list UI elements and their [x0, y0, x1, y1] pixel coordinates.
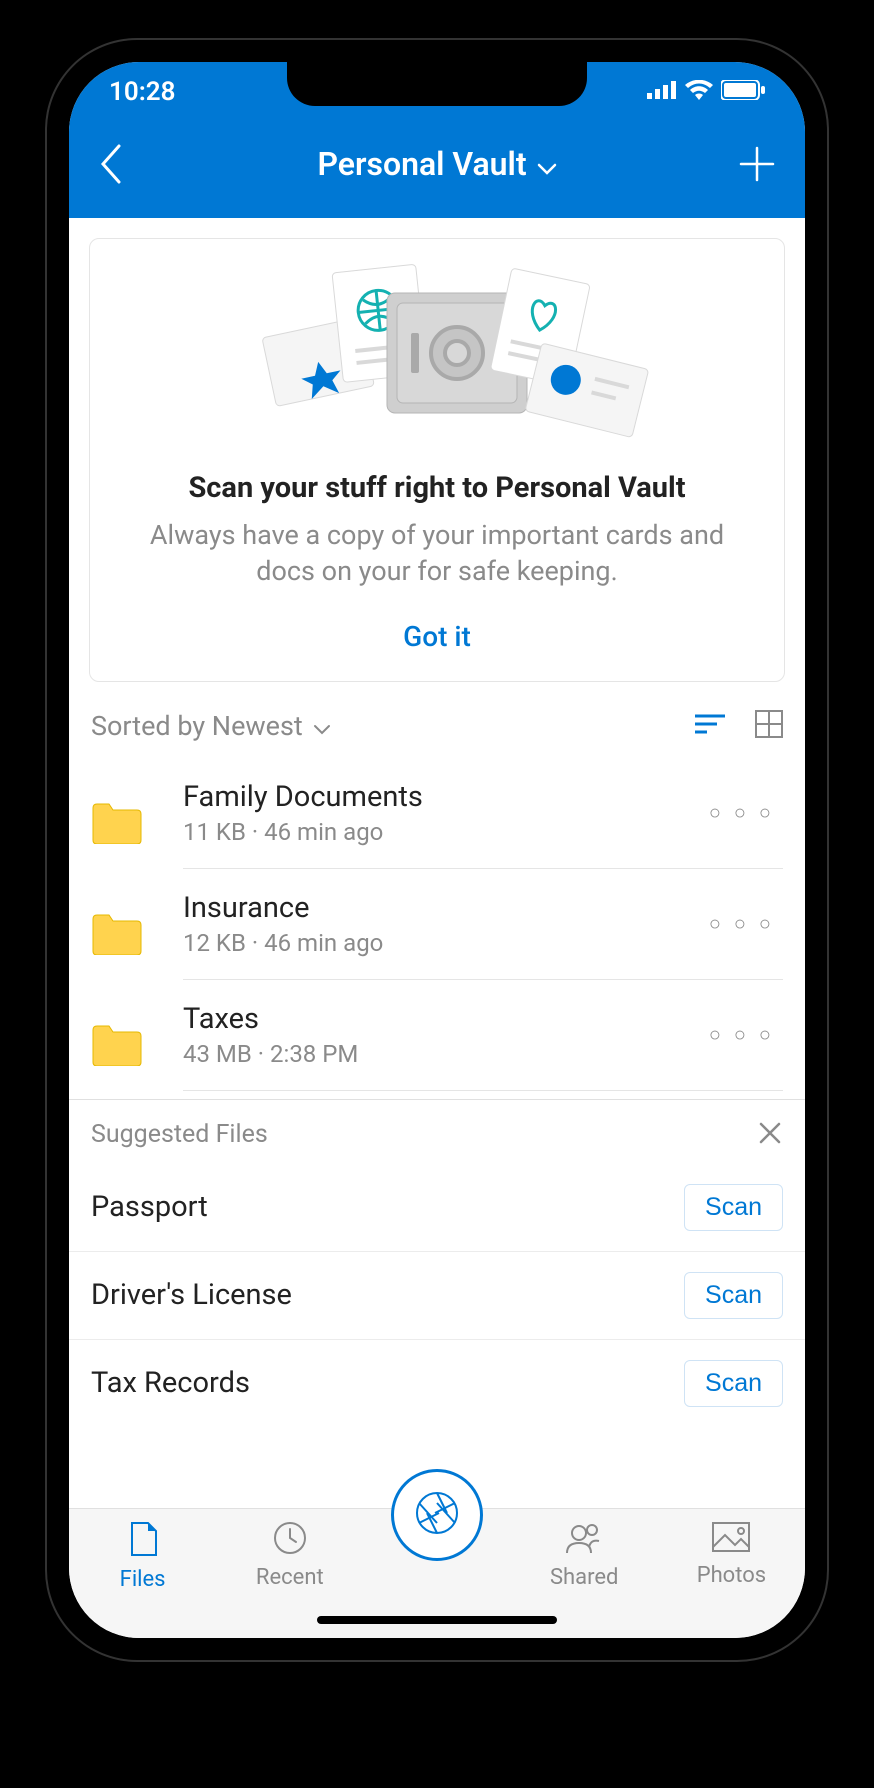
promo-illustration — [116, 263, 758, 443]
file-icon — [128, 1521, 158, 1563]
suggested-section: Suggested Files Passport Scan Driver's L… — [69, 1099, 805, 1427]
more-options-button[interactable]: ○ ○ ○ — [709, 800, 783, 825]
tab-label: Files — [120, 1567, 166, 1592]
close-suggested-button[interactable] — [757, 1120, 783, 1150]
suggested-name: Tax Records — [91, 1366, 684, 1400]
file-row[interactable]: Family Documents 11 KB · 46 min ago ○ ○ … — [69, 758, 805, 869]
promo-card: Scan your stuff right to Personal Vault … — [89, 238, 785, 682]
aperture-icon — [413, 1489, 461, 1541]
tab-label: Shared — [550, 1565, 618, 1590]
home-indicator[interactable] — [317, 1616, 557, 1624]
main-content: Scan your stuff right to Personal Vault … — [69, 218, 805, 1508]
sort-row: Sorted by Newest — [69, 710, 805, 758]
tab-shared[interactable]: Shared — [511, 1521, 658, 1590]
chevron-down-icon — [537, 145, 557, 183]
photo-icon — [711, 1521, 751, 1559]
file-meta: 11 KB · 46 min ago — [183, 818, 709, 846]
suggested-name: Driver's License — [91, 1278, 684, 1312]
file-name: Insurance — [183, 891, 709, 925]
suggested-title: Suggested Files — [91, 1120, 757, 1149]
sort-button[interactable]: Sorted by Newest — [91, 710, 695, 742]
more-options-button[interactable]: ○ ○ ○ — [709, 911, 783, 936]
file-meta: 43 MB · 2:38 PM — [183, 1040, 709, 1068]
grid-view-icon[interactable] — [755, 710, 783, 742]
file-name: Taxes — [183, 1002, 709, 1036]
promo-description: Always have a copy of your important car… — [116, 517, 758, 590]
file-row[interactable]: Insurance 12 KB · 46 min ago ○ ○ ○ — [69, 869, 805, 980]
header-title-text: Personal Vault — [317, 145, 526, 183]
tab-recent[interactable]: Recent — [216, 1521, 363, 1590]
scan-button[interactable]: Scan — [684, 1184, 783, 1231]
folder-icon — [91, 911, 143, 959]
signal-icon — [647, 81, 677, 103]
people-icon — [565, 1521, 603, 1561]
promo-got-it-button[interactable]: Got it — [116, 620, 758, 653]
filter-icon[interactable] — [695, 713, 725, 739]
suggested-row: Passport Scan — [69, 1164, 805, 1252]
app-header: Personal Vault — [69, 122, 805, 218]
camera-scan-button[interactable] — [391, 1469, 483, 1561]
chevron-down-icon — [313, 710, 331, 742]
tab-label: Photos — [697, 1563, 766, 1588]
suggested-row: Tax Records Scan — [69, 1340, 805, 1427]
scan-button[interactable]: Scan — [684, 1272, 783, 1319]
scan-button[interactable]: Scan — [684, 1360, 783, 1407]
wifi-icon — [685, 80, 713, 104]
header-title-dropdown[interactable]: Personal Vault — [139, 145, 735, 183]
tabbar: Files Recent Shared Photos — [69, 1508, 805, 1638]
statusbar-time: 10:28 — [109, 77, 176, 107]
folder-icon — [91, 1022, 143, 1070]
folder-icon — [91, 800, 143, 848]
add-button[interactable] — [735, 146, 775, 182]
clock-icon — [273, 1521, 307, 1561]
file-meta: 12 KB · 46 min ago — [183, 929, 709, 957]
sort-label-text: Sorted by Newest — [91, 710, 303, 742]
suggested-name: Passport — [91, 1190, 684, 1224]
battery-icon — [721, 80, 765, 104]
more-options-button[interactable]: ○ ○ ○ — [709, 1022, 783, 1047]
tab-photos[interactable]: Photos — [658, 1521, 805, 1588]
file-row[interactable]: Taxes 43 MB · 2:38 PM ○ ○ ○ — [69, 980, 805, 1091]
tab-files[interactable]: Files — [69, 1521, 216, 1592]
promo-title: Scan your stuff right to Personal Vault — [116, 471, 758, 505]
file-name: Family Documents — [183, 780, 709, 814]
back-button[interactable] — [99, 144, 139, 184]
suggested-row: Driver's License Scan — [69, 1252, 805, 1340]
tab-label: Recent — [256, 1565, 324, 1590]
